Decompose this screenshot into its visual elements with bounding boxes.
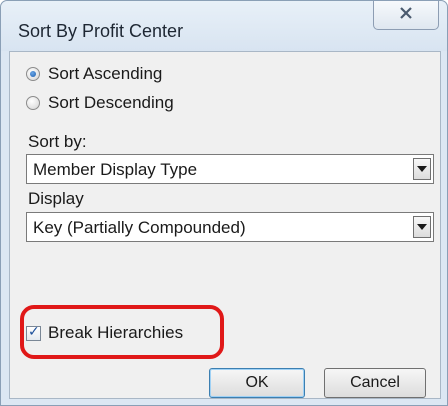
dialog-title: Sort By Profit Center [18,21,184,41]
sort-ascending-label: Sort Ascending [48,64,163,83]
annotation-highlight-circle [20,305,224,359]
radio-selected-icon[interactable] [26,67,40,81]
dropdown-arrow-icon[interactable] [413,216,431,238]
sort-ascending-option[interactable]: Sort Ascending [26,62,162,86]
dialog-body: Sort Ascending Sort Descending Sort by: … [9,51,441,399]
cancel-button[interactable]: Cancel [324,368,426,398]
display-label: Display [28,189,84,208]
sort-descending-label: Sort Descending [48,93,174,112]
sort-by-dropdown[interactable]: Member Display Type [26,154,434,184]
sort-dialog-window: Sort By Profit Center Sort Ascending Sor… [0,0,448,406]
display-value: Key (Partially Compounded) [33,218,246,237]
display-dropdown[interactable]: Key (Partially Compounded) [26,212,434,242]
ok-button[interactable]: OK [209,368,305,398]
sort-descending-option[interactable]: Sort Descending [26,91,174,115]
sort-by-value: Member Display Type [33,160,198,179]
radio-unselected-icon[interactable] [26,96,40,110]
title-bar[interactable]: Sort By Profit Center [1,1,447,51]
sort-by-label: Sort by: [28,132,87,151]
close-icon [399,6,413,24]
close-button[interactable] [373,1,439,30]
dropdown-arrow-icon[interactable] [413,158,431,180]
